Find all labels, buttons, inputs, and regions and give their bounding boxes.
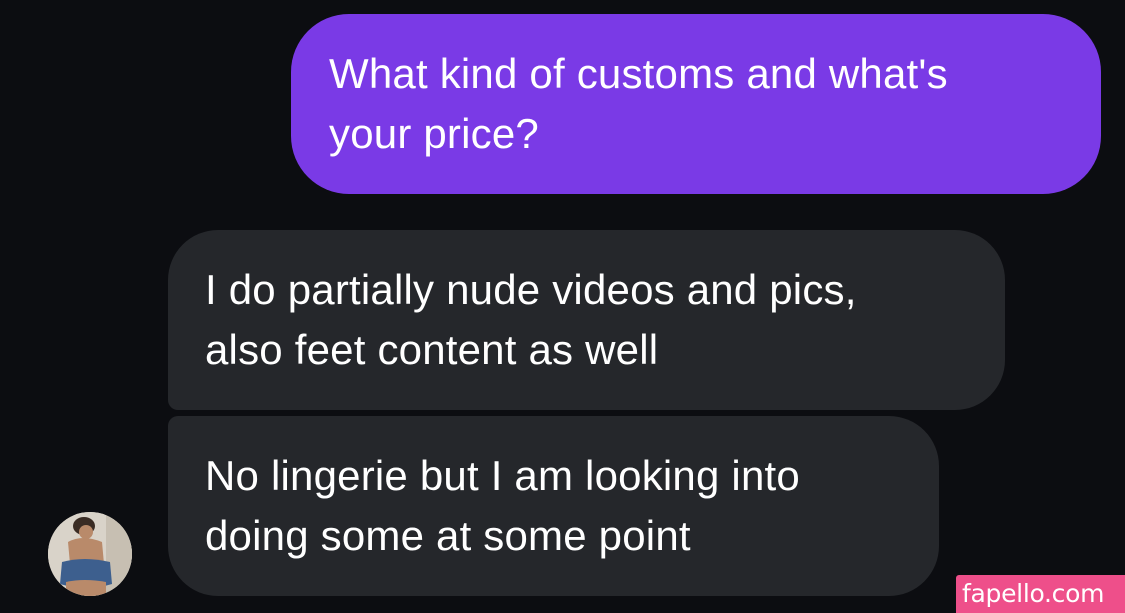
received-message-bubble[interactable]: No lingerie but I am looking into doing … (168, 416, 939, 596)
received-message-bubble[interactable]: I do partially nude videos and pics, als… (168, 230, 1005, 410)
received-message-text: I do partially nude videos and pics, als… (205, 266, 857, 373)
received-message-text: No lingerie but I am looking into doing … (205, 452, 800, 559)
watermark-label: fapello.com (956, 575, 1125, 613)
contact-photo-icon (48, 512, 132, 596)
contact-avatar[interactable] (48, 512, 132, 596)
sent-message-text: What kind of customs and what's your pri… (329, 50, 948, 157)
sent-message-bubble[interactable]: What kind of customs and what's your pri… (291, 14, 1101, 194)
